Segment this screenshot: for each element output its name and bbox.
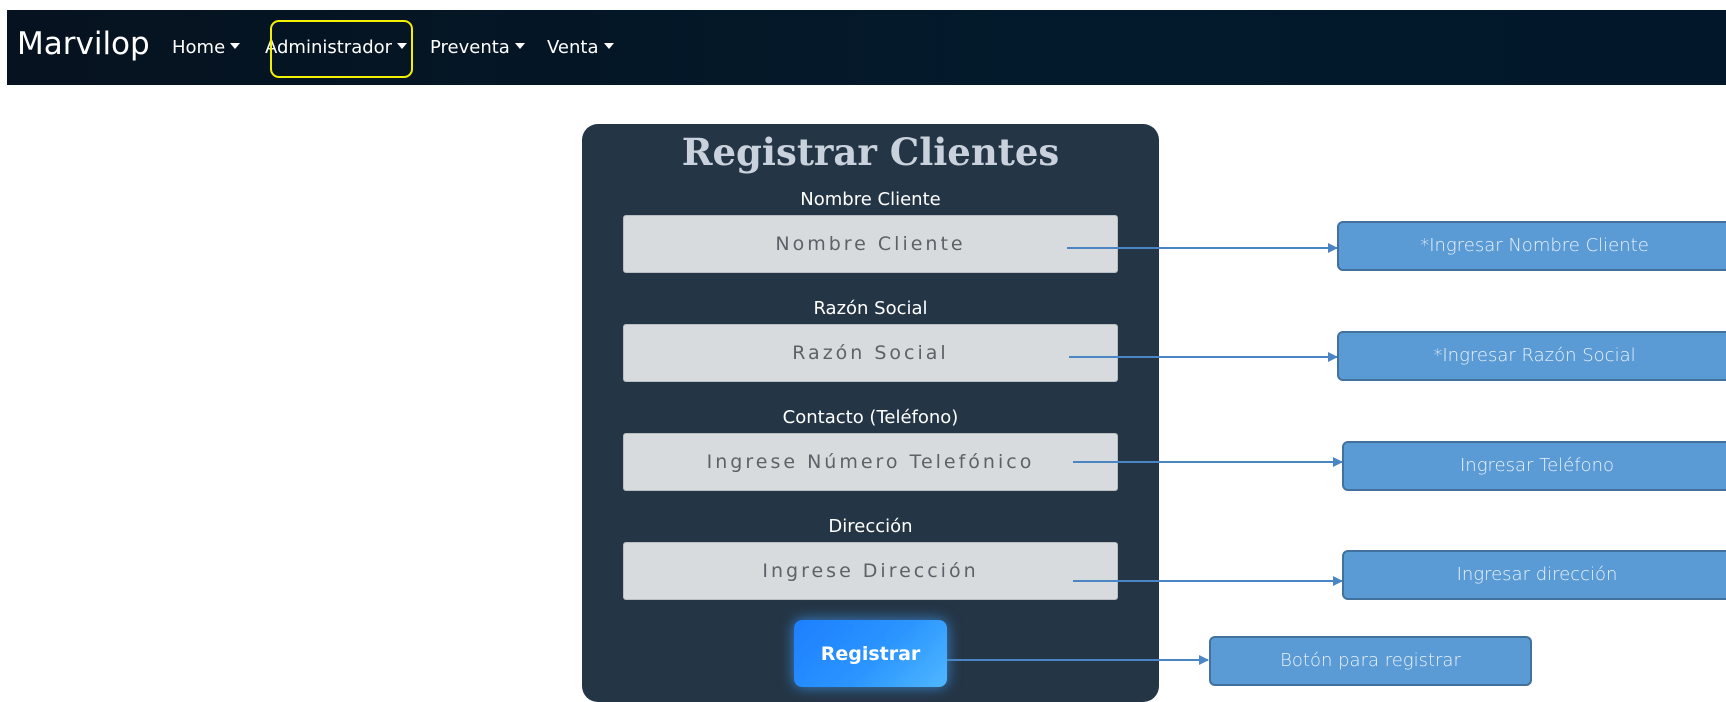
register-client-card: Registrar Clientes Nombre Cliente Razón … bbox=[582, 124, 1159, 702]
brand-logo[interactable]: Marvilop bbox=[17, 26, 150, 62]
label-razon-social: Razón Social bbox=[813, 298, 928, 319]
nav-home[interactable]: Home bbox=[172, 33, 241, 63]
nav-venta[interactable]: Venta bbox=[547, 33, 614, 63]
register-button[interactable]: Registrar bbox=[794, 620, 947, 687]
caret-down-icon bbox=[230, 43, 241, 49]
navbar: Marvilop Home Administrador Preventa Ven… bbox=[7, 10, 1726, 85]
annotation-nombre-cliente: *Ingresar Nombre Cliente bbox=[1337, 221, 1726, 271]
nav-preventa[interactable]: Preventa bbox=[430, 33, 525, 63]
label-nombre-cliente: Nombre Cliente bbox=[800, 189, 941, 210]
caret-down-icon bbox=[603, 43, 614, 49]
label-direccion: Dirección bbox=[828, 516, 913, 537]
nav-preventa-label: Preventa bbox=[430, 37, 510, 58]
annotation-boton-registrar: Botón para registrar bbox=[1209, 636, 1532, 686]
razon-social-input[interactable] bbox=[623, 324, 1118, 382]
form-title: Registrar Clientes bbox=[681, 130, 1060, 174]
nav-venta-label: Venta bbox=[547, 37, 599, 58]
annotation-telefono: Ingresar Teléfono bbox=[1342, 441, 1726, 491]
annotation-razon-social: *Ingresar Razón Social bbox=[1337, 331, 1726, 381]
annotation-direccion: Ingresar dirección bbox=[1342, 550, 1726, 600]
nav-highlight-box bbox=[270, 20, 413, 78]
direccion-input[interactable] bbox=[623, 542, 1118, 600]
nav-home-label: Home bbox=[172, 37, 226, 58]
caret-down-icon bbox=[514, 43, 525, 49]
nombre-cliente-input[interactable] bbox=[623, 215, 1118, 273]
telefono-input[interactable] bbox=[623, 433, 1118, 491]
label-contacto-telefono: Contacto (Teléfono) bbox=[782, 407, 959, 428]
